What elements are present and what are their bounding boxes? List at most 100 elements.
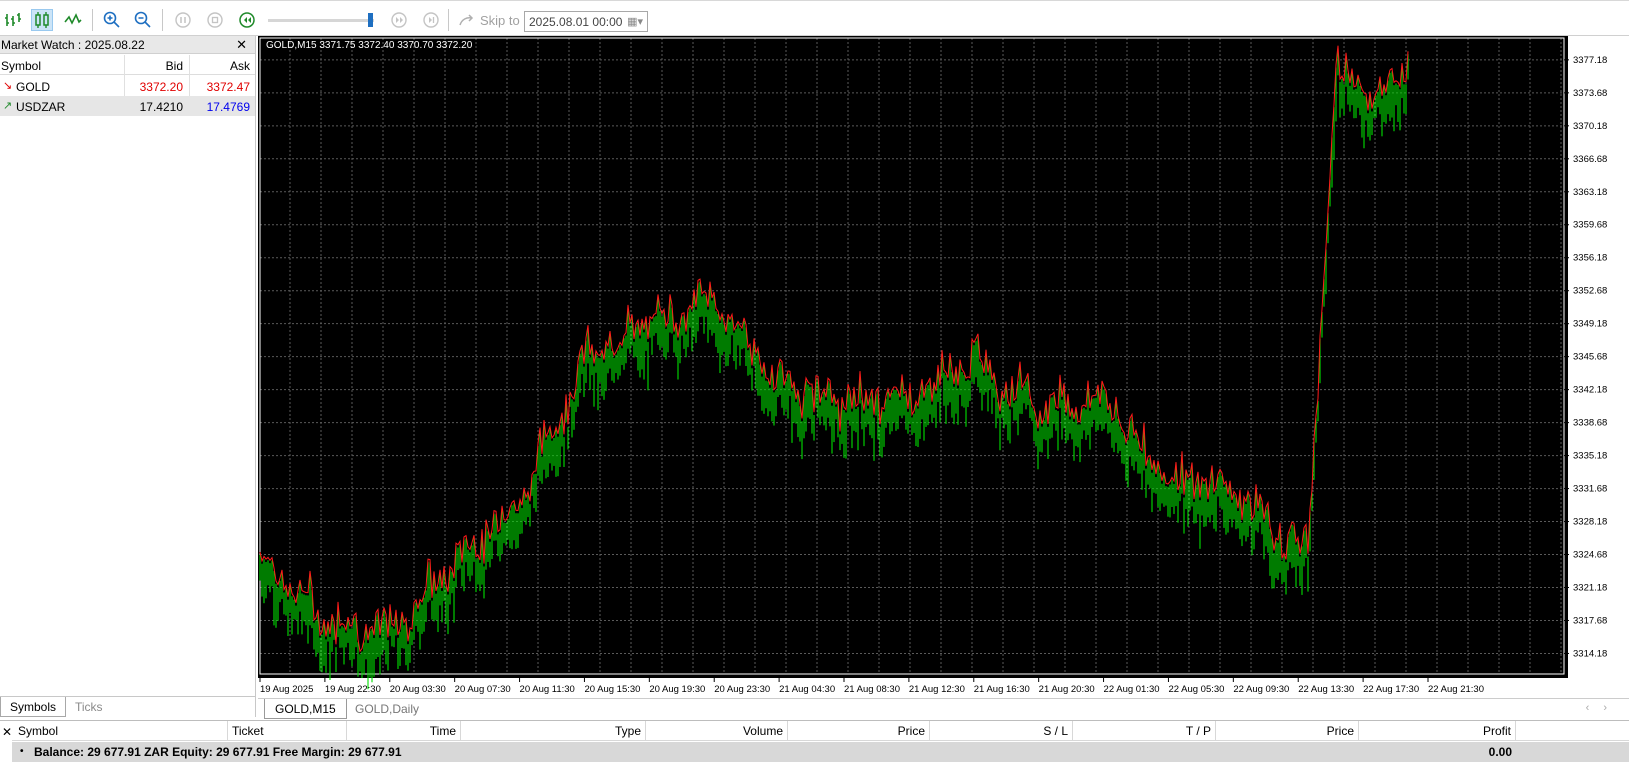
tab-gold-m15[interactable]: GOLD,M15 [264,699,347,719]
time-label: 22 Aug 09:30 [1233,684,1289,695]
price-label: 3373.68 [1573,88,1607,99]
bar-chart-icon[interactable] [2,9,24,31]
col-profit[interactable]: Profit [1359,721,1516,741]
total-profit: 0.00 [1488,745,1512,759]
price-label: 3349.18 [1573,319,1607,330]
price-label: 3335.18 [1573,451,1607,462]
col-stop-loss[interactable]: S / L [930,721,1073,741]
price-chart[interactable]: GOLD,M15 3371.75 3372.40 3370.70 3372.20… [258,36,1629,698]
price-label: 3338.68 [1573,418,1607,429]
step-forward-icon[interactable] [420,9,442,31]
ask-value: 17.4769 [206,100,250,114]
close-icon[interactable]: ✕ [236,37,247,53]
arrow-down-icon: ↘ [3,80,13,92]
time-label: 20 Aug 19:30 [649,684,705,695]
time-label: 20 Aug 11:30 [520,684,575,695]
symbol-name: USDZAR [16,100,66,114]
speed-slider[interactable] [268,19,374,22]
col-price[interactable]: Price [788,721,930,741]
time-label: 21 Aug 12:30 [909,684,965,695]
time-label: 22 Aug 21:30 [1428,684,1484,695]
time-label: 22 Aug 05:30 [1168,684,1224,695]
time-label: 21 Aug 20:30 [1039,684,1095,695]
skip-to-date-field[interactable]: 2025.08.01 00:00 ▦▾ [524,11,648,32]
col-symbol[interactable]: Symbol [18,721,228,741]
time-label: 19 Aug 22:30 [325,684,381,695]
ask-value: 3372.47 [206,80,250,94]
tab-ticks[interactable]: Ticks [66,697,112,717]
pause-icon[interactable] [172,9,194,31]
toolbar-separator [448,9,449,31]
bid-value: 3372.20 [139,80,183,94]
skip-to-label[interactable]: Skip to [480,13,520,28]
market-watch-row-gold[interactable]: ↘ GOLD 3372.20 3372.47 [0,76,255,96]
balance-row[interactable]: • Balance: 29 677.91 ZAR Equity: 29 677.… [12,742,1629,762]
time-label: 21 Aug 04:30 [779,684,835,695]
tab-scroll-arrows-icon[interactable]: ‹› [1586,702,1621,714]
price-label: 3324.68 [1573,550,1607,561]
speed-slider-thumb[interactable] [368,13,373,27]
toolbar-separator [162,9,163,31]
chart-window[interactable]: GOLD,M15 3371.75 3372.40 3370.70 3372.20… [258,36,1629,704]
close-icon[interactable]: ✕ [0,721,12,778]
chart-header: GOLD,M15 3371.75 3372.40 3370.70 3372.20 [266,40,473,51]
zoom-in-icon[interactable] [101,9,123,31]
time-label: 22 Aug 01:30 [1104,684,1160,695]
zoom-out-icon[interactable] [132,9,154,31]
time-label: 22 Aug 17:30 [1363,684,1419,695]
col-volume[interactable]: Volume [646,721,788,741]
tab-symbols[interactable]: Symbols [0,697,67,717]
line-chart-icon[interactable] [62,9,84,31]
trade-table-header: Symbol Ticket Time Type Volume Price S /… [12,721,1629,741]
skip-to-date-value: 2025.08.01 00:00 [529,15,623,29]
skip-to-icon[interactable] [456,9,478,31]
stop-icon[interactable] [204,9,226,31]
bid-value: 17.4210 [139,100,183,114]
time-label: 21 Aug 16:30 [974,684,1030,695]
price-label: 3370.18 [1573,121,1607,132]
price-label: 3331.68 [1573,484,1607,495]
price-label: 3356.18 [1573,253,1607,264]
chart-tabs: GOLD,M15 GOLD,Daily ‹› [258,698,1629,719]
market-watch-title-bar: Market Watch : 2025.08.22 ✕ [0,36,255,54]
market-watch-tabs: Symbols Ticks [0,696,255,717]
col-current-price[interactable]: Price [1216,721,1359,741]
time-label: 21 Aug 08:30 [844,684,900,695]
time-label: 20 Aug 03:30 [390,684,446,695]
toolbox-panel: ✕ Symbol Ticket Time Type Volume Price S… [0,720,1629,777]
price-label: 3328.18 [1573,517,1607,528]
price-label: 3317.68 [1573,615,1607,626]
rewind-icon[interactable] [236,9,258,31]
price-label: 3352.68 [1573,286,1607,297]
time-label: 22 Aug 13:30 [1298,684,1354,695]
fast-forward-icon[interactable] [388,9,410,31]
time-label: 19 Aug 2025 [260,684,313,695]
market-watch-row-usdzar[interactable]: ↗ USDZAR 17.4210 17.4769 [0,96,255,116]
candlestick-icon[interactable] [31,9,53,31]
time-label: 20 Aug 23:30 [714,684,770,695]
col-symbol[interactable]: Symbol [1,55,41,74]
price-label: 3359.68 [1573,220,1607,231]
col-bid[interactable]: Bid [125,55,183,74]
calendar-dropdown-icon[interactable]: ▦▾ [627,15,643,28]
toolbar: Skip to 2025.08.01 00:00 ▦▾ [0,0,1629,36]
time-label: 20 Aug 07:30 [455,684,511,695]
market-watch-panel: Market Watch : 2025.08.22 ✕ Symbol Bid A… [0,36,256,717]
tab-gold-daily[interactable]: GOLD,Daily [345,699,429,719]
price-label: 3321.18 [1573,583,1607,594]
price-label: 3345.68 [1573,352,1607,363]
col-type[interactable]: Type [461,721,646,741]
col-ask[interactable]: Ask [190,55,250,74]
col-time[interactable]: Time [347,721,461,741]
toolbar-separator [92,9,93,31]
symbol-name: GOLD [16,80,51,94]
price-label: 3366.68 [1573,154,1607,165]
price-label: 3314.18 [1573,648,1607,659]
market-watch-header: Symbol Bid Ask [0,55,255,75]
balance-summary: Balance: 29 677.91 ZAR Equity: 29 677.91… [34,745,402,759]
col-take-profit[interactable]: T / P [1073,721,1216,741]
col-ticket[interactable]: Ticket [228,721,347,741]
price-label: 3377.18 [1573,55,1607,66]
market-watch-title: Market Watch : 2025.08.22 [1,38,145,52]
price-label: 3363.18 [1573,187,1607,198]
